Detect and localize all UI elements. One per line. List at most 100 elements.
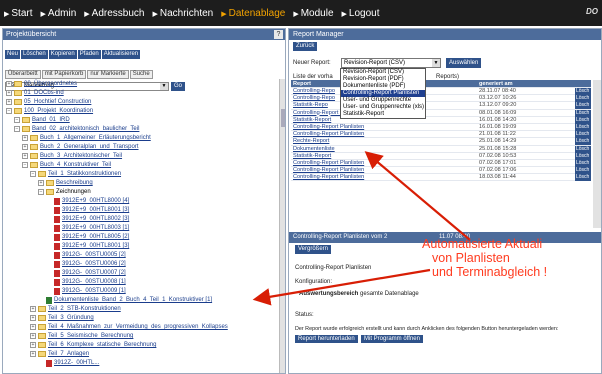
tree-node-label[interactable]: 3912E+9_00HTL8005 [2] [62, 233, 129, 241]
tree-node[interactable]: + Teil_3_Gründung [30, 314, 94, 322]
expand-icon[interactable]: + [22, 135, 28, 141]
tree-node-label[interactable]: 00_Übergeordnetes [24, 80, 77, 88]
toolbar-button-aktualisieren[interactable]: Aktualisieren [101, 50, 141, 59]
nav-item-logout[interactable]: ▶ Logout [342, 8, 380, 19]
tree-node-label[interactable]: Teil_3_Gründung [48, 314, 94, 322]
tree-node-label[interactable]: 3912E+9_00HTL8001 [3] [62, 242, 129, 250]
delete-button[interactable]: Lösch [575, 131, 591, 139]
report-link[interactable]: Controlling-Report Planlisten [293, 160, 364, 167]
tree-node-label[interactable]: Zeichnungen [56, 188, 91, 196]
collapse-icon[interactable]: − [14, 117, 20, 123]
tree-node[interactable]: 3912E+9_00HTL8001 [3] [46, 242, 129, 250]
delete-button[interactable]: Lösch [575, 102, 591, 110]
toolbar-button-suche[interactable]: Suche [129, 70, 153, 79]
nav-item-nachrichten[interactable]: ▶ Nachrichten [152, 8, 213, 19]
nav-item-start[interactable]: ▶ Start [4, 8, 33, 19]
select-report-button[interactable]: Auswählen [446, 58, 482, 68]
delete-button[interactable]: Lösch [575, 152, 591, 160]
expand-icon[interactable]: + [6, 90, 12, 96]
tree-node[interactable]: + Teil_5_Seismische_Berechnung [30, 332, 133, 340]
tree-node[interactable]: 3912G-_00STU0008 [1] [46, 278, 126, 286]
tree-node-label[interactable]: 3912G-_00STU0008 [1] [62, 278, 126, 286]
tree-node[interactable]: − Zeichnungen [38, 188, 91, 196]
toolbar-button-l-schen[interactable]: Löschen [21, 50, 48, 59]
expand-icon[interactable]: + [30, 351, 36, 357]
dropdown-option[interactable]: Statistik-Report [341, 111, 425, 118]
dropdown-option[interactable]: Revision-Report (PDF) [341, 76, 425, 83]
tree-node-label[interactable]: Buch_3_Architektonischer_Teil [40, 152, 122, 160]
dropdown-option[interactable]: Revision-Report (CSV) [341, 69, 425, 76]
expand-icon[interactable]: + [6, 81, 12, 87]
report-link[interactable]: Controlling-Repo [293, 95, 335, 102]
delete-button[interactable]: Lösch [575, 116, 591, 124]
dropdown-option[interactable]: Controlling-Report Planlisten [341, 90, 425, 97]
tree-node[interactable]: − Teil_1_Statikkonstruktionen [30, 170, 121, 178]
nav-item-datenablage[interactable]: ▶ Datenablage [221, 8, 285, 19]
tree-node[interactable]: + Teil_7_Anlagen [30, 350, 89, 358]
delete-button[interactable]: Lösch [575, 123, 591, 131]
tree-node-label[interactable]: Band_02_architektonisch_baulicher_Teil [32, 125, 139, 133]
report-link[interactable]: Controlling-Repo [293, 88, 335, 95]
report-link[interactable]: Statistik-Repo [293, 102, 328, 109]
tree-node-label[interactable]: 05_Hochtief Construction [24, 98, 91, 106]
tree-node[interactable]: +05_Hochtief Construction [6, 98, 91, 106]
tree-node[interactable]: 3912E+9_00HTL8001 [3] [46, 206, 129, 214]
collapse-icon[interactable]: − [30, 171, 36, 177]
tree-node-label[interactable]: Band_01_IRD [32, 116, 70, 124]
expand-icon[interactable]: + [30, 342, 36, 348]
expand-icon[interactable]: + [38, 180, 44, 186]
tree-node-label[interactable]: Buch_4_Konstruktiver_Teil [40, 161, 111, 169]
nav-item-adressbuch[interactable]: ▶ Adressbuch [84, 8, 144, 19]
tree-node-label[interactable]: 3912E+9_00HTL8000 [4] [62, 197, 129, 205]
delete-button[interactable]: Lösch [575, 159, 591, 167]
tree-node[interactable]: + Buch_3_Architektonischer_Teil [22, 152, 122, 160]
dropdown-option[interactable]: Dokumentenliste (PDF) [341, 83, 425, 90]
tree-node-label[interactable]: 3912E+9_00HTL8003 [1] [62, 224, 129, 232]
tree-node-label[interactable]: Buch_1_Allgemeiner_Erläuterungsbericht [40, 134, 151, 142]
report-link[interactable]: Rechte-Report [293, 138, 329, 145]
delete-button[interactable]: Lösch [575, 88, 591, 95]
expand-icon[interactable]: + [30, 306, 36, 312]
toolbar-button-nur-markierte[interactable]: nur Markierte [87, 70, 129, 79]
collapse-icon[interactable]: − [14, 126, 20, 132]
tree-node-label[interactable]: Buch_2_Generalplan_und_Transport [40, 143, 139, 151]
toolbar-button-neu[interactable]: Neu [5, 50, 21, 59]
tree-node[interactable]: 3912Z-_00HTL... [38, 359, 99, 367]
collapse-icon[interactable]: − [38, 189, 44, 195]
tree-node[interactable]: 3912G-_00STU0006 [2] [46, 260, 126, 268]
tree-node[interactable]: 3912G-_00STU0005 [2] [46, 251, 126, 259]
tree-node[interactable]: Dokumentenliste_Band_2_Buch_4_Teil_1_Kon… [38, 296, 212, 304]
tree-node[interactable]: + Teil_6_Komplexe_statische_Berechnung [30, 341, 156, 349]
tree-node-label[interactable]: Teil_7_Anlagen [48, 350, 89, 358]
tree-node[interactable]: 3912E+9_00HTL8000 [4] [46, 197, 129, 205]
back-button[interactable]: Zurück [293, 42, 318, 51]
tree-node-label[interactable]: Teil_5_Seismische_Berechnung [48, 332, 133, 340]
delete-button[interactable]: Lösch [575, 95, 591, 103]
tree-node[interactable]: − 100_Projekt_Koordination [6, 107, 93, 115]
tree-node[interactable]: 3912E+9_00HTL8003 [1] [46, 224, 129, 232]
tree-node-label[interactable]: Teil_2_STB-Konstruktionen [48, 305, 121, 313]
open-with-program-button[interactable]: Mit Programm öffnen [361, 335, 423, 343]
expand-icon[interactable]: + [6, 99, 12, 105]
expand-icon[interactable]: + [30, 315, 36, 321]
report-link[interactable]: Dokumentenliste [293, 146, 335, 153]
report-table-scrollbar[interactable] [593, 80, 601, 228]
tree-node-label[interactable]: 3912E+9_00HTL8001 [3] [62, 206, 129, 214]
download-report-button[interactable]: Report herunterladen [295, 335, 358, 343]
report-link[interactable]: Controlling-Report Planlisten [293, 174, 364, 181]
tree-node[interactable]: 3912E+9_00HTL8005 [2] [46, 233, 129, 241]
delete-button[interactable]: Lösch [575, 145, 591, 153]
toolbar-button--berarbeitt[interactable]: Überarbeitt [5, 70, 41, 79]
enlarge-button[interactable]: Vergrößern [295, 245, 332, 254]
tree-node[interactable]: +00_Übergeordnetes [6, 80, 77, 88]
expand-icon[interactable]: + [22, 144, 28, 150]
tree-node-label[interactable]: 3912G-_00STU0007 [2] [62, 269, 126, 277]
delete-button[interactable]: Lösch [575, 174, 591, 182]
nav-item-module[interactable]: ▶ Module [293, 8, 333, 19]
tree-node-label[interactable]: 100_Projekt_Koordination [24, 107, 93, 115]
tree-node[interactable]: − Band_01_IRD [14, 116, 70, 124]
tree-node-label[interactable]: 3912E+9_00HTL8002 [3] [62, 215, 129, 223]
expand-icon[interactable]: + [30, 324, 36, 330]
collapse-icon[interactable]: − [22, 162, 28, 168]
tree-node-label[interactable]: Teil_4_Maßnahmen_zur_Vermeidung_des_prog… [48, 323, 228, 331]
